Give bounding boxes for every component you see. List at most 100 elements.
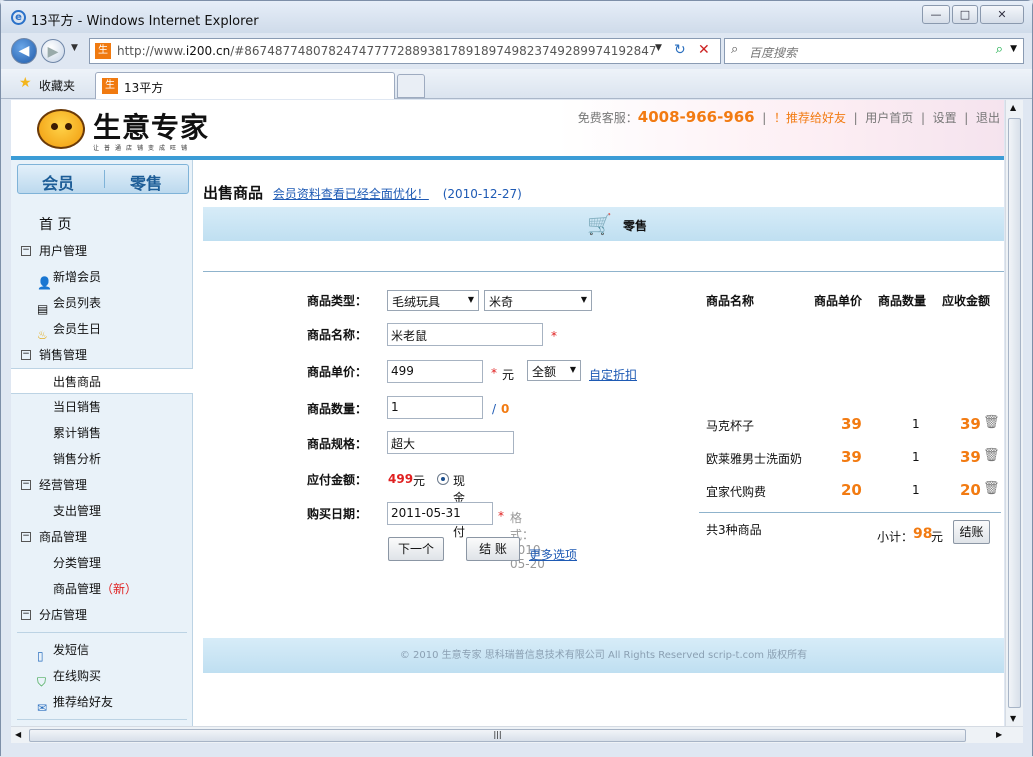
chevron-down-icon: ▼ [569, 365, 576, 374]
scroll-left-icon[interactable]: ◀ [15, 730, 21, 739]
date-input[interactable]: 2011-05-31 [387, 502, 493, 525]
price-input[interactable]: 499 [387, 360, 483, 383]
cart-item-amount: 39 [960, 448, 981, 466]
spec-input[interactable]: 超大 [387, 431, 514, 454]
sidebar-item-sms[interactable]: ▯ 发短信 [11, 637, 193, 663]
required-mark: * [491, 366, 497, 380]
subtotal-value: 98 [913, 526, 933, 542]
next-button[interactable]: 下一个 [388, 537, 444, 561]
section-bar: 🛒 零售 [203, 207, 1004, 241]
browser-tab[interactable]: 生 13平方 [95, 72, 395, 99]
hscroll-thumb[interactable]: ||| [29, 729, 966, 742]
separator: | [964, 111, 969, 125]
window-title: 13平方 - Windows Internet Explorer [31, 14, 259, 29]
cart-row: 宜家代购费 20 1 20 🗑 [706, 474, 1004, 506]
favorites-star-icon[interactable]: ★ [19, 75, 32, 91]
minimize-button[interactable]: — [922, 5, 950, 24]
trash-icon[interactable]: 🗑 [983, 448, 1000, 463]
cart-item-qty: 1 [912, 483, 920, 497]
title-bar: e 13平方 - Windows Internet Explorer — □ ✕ [1, 1, 1032, 33]
nav-bar: ◀ ▶ ▼ 生 http://www.i200.cn/#867487748078… [1, 33, 1032, 69]
site-footer: © 2010 生意专家 思科瑞普信息技术有限公司 All Rights Rese… [203, 638, 1004, 673]
sidebar-item-member-list[interactable]: ▤ 会员列表 [11, 290, 193, 316]
favorites-button[interactable]: 收藏夹 [39, 77, 75, 94]
forward-button[interactable]: ▶ [41, 39, 65, 63]
separator: | [853, 111, 858, 125]
trash-icon[interactable]: 🗑 [983, 481, 1000, 496]
trash-icon[interactable]: 🗑 [983, 415, 1000, 430]
tab-favicon-icon: 生 [102, 78, 118, 94]
back-button[interactable]: ◀ [11, 38, 37, 64]
logout-link[interactable]: 退出 [976, 111, 1000, 125]
vertical-scrollbar[interactable]: ▲ ▼ [1005, 100, 1023, 726]
col-price-header: 商品单价 [814, 294, 863, 308]
search-box[interactable]: ⌕ 百度搜索 ⌕ ▼ [724, 38, 1024, 64]
sidebar-item-today-sales[interactable]: 当日销售 [11, 394, 193, 420]
address-url[interactable]: http://www.i200.cn/#86748774807824747777… [117, 44, 657, 58]
qty-input[interactable]: 1 [387, 396, 483, 419]
sidebar-group-user[interactable]: − 用户管理 [11, 238, 193, 264]
cart-count: 共3种商品 [706, 523, 762, 537]
sidebar-item-birthday[interactable]: ♨ 会员生日 [11, 316, 193, 342]
notice-link[interactable]: 会员资料查看已经全面优化！ [273, 187, 429, 201]
address-dropdown-icon[interactable]: ▼ [655, 43, 662, 53]
qty-sep: / [492, 402, 497, 416]
checkout-button[interactable]: 结 账 [466, 537, 520, 561]
sidebar-item-buy[interactable]: ⛉ 在线购买 [11, 663, 193, 689]
close-button[interactable]: ✕ [980, 5, 1024, 24]
sidebar-item-goods[interactable]: 商品管理（新） [11, 576, 193, 602]
more-options-link[interactable]: 更多选项 [529, 546, 577, 563]
discount-select[interactable]: 全额 ▼ [527, 360, 581, 381]
name-label: 商品名称： [307, 328, 368, 342]
price-label: 商品单价： [307, 365, 368, 379]
settings-link[interactable]: 设置 [933, 111, 957, 125]
user-home-link[interactable]: 用户首页 [865, 111, 913, 125]
sidebar-item-category[interactable]: 分类管理 [11, 550, 193, 576]
sidebar-item-sell-goods[interactable]: 出售商品 [11, 368, 193, 394]
sidebar-group-sales[interactable]: − 销售管理 [11, 342, 193, 368]
sidebar-group-goods[interactable]: − 商品管理 [11, 524, 193, 550]
cart-item-amount: 20 [960, 481, 981, 499]
sidebar-item-add-member[interactable]: 👤 新增会员 [11, 264, 193, 290]
horizontal-scrollbar[interactable]: ◀ ||| ▶ [11, 726, 1023, 743]
name-input[interactable]: 米老鼠 [387, 323, 543, 346]
new-tab-button[interactable] [397, 74, 425, 98]
required-mark: * [551, 329, 557, 343]
history-dropdown-icon[interactable]: ▼ [71, 43, 78, 53]
chevron-down-icon: ▼ [580, 295, 587, 304]
type-select[interactable]: 毛绒玩具 ▼ [387, 290, 479, 311]
cart-divider [699, 512, 1001, 513]
refresh-icon[interactable]: ↻ [674, 42, 686, 58]
custom-discount-link[interactable]: 自定折扣 [589, 366, 637, 383]
sidebar-group-ops[interactable]: − 经营管理 [11, 472, 193, 498]
sidebar-group-branch[interactable]: − 分店管理 [11, 602, 193, 628]
subtype-select[interactable]: 米奇 ▼ [484, 290, 592, 311]
sidebar-item-total-sales[interactable]: 累计销售 [11, 420, 193, 446]
scroll-down-icon[interactable]: ▼ [1010, 714, 1016, 723]
tab-retail[interactable]: 零售 [130, 170, 162, 194]
cart-checkout-button[interactable]: 结账 [953, 520, 990, 544]
collapse-icon[interactable]: − [21, 350, 31, 360]
search-input[interactable]: 百度搜索 [749, 44, 797, 61]
collapse-icon[interactable]: − [21, 480, 31, 490]
page-heading: 出售商品 会员资料查看已经全面优化！ (2010-12-27) [203, 182, 522, 203]
sidebar-item-recommend[interactable]: ✉ 推荐给好友 [11, 689, 193, 715]
scroll-right-icon[interactable]: ▶ [996, 730, 1002, 739]
tab-member[interactable]: 会员 [42, 170, 74, 194]
recommend-link[interactable]: ！推荐给好友 [774, 111, 846, 125]
search-dropdown-icon[interactable]: ▼ [1010, 44, 1017, 54]
stop-icon[interactable]: ✕ [698, 42, 710, 58]
scroll-up-icon[interactable]: ▲ [1010, 103, 1016, 112]
maximize-button[interactable]: □ [952, 5, 978, 24]
collapse-icon[interactable]: − [21, 610, 31, 620]
cash-pay-radio[interactable] [437, 473, 449, 485]
sidebar-item-expense[interactable]: 支出管理 [11, 498, 193, 524]
collapse-icon[interactable]: − [21, 532, 31, 542]
search-icon[interactable]: ⌕ [996, 42, 1003, 57]
address-bar[interactable]: 生 http://www.i200.cn/#867487748078247477… [89, 38, 721, 64]
scroll-thumb[interactable] [1008, 118, 1021, 708]
separator: | [920, 111, 925, 125]
sidebar-item-home[interactable]: 首 页 [11, 212, 193, 238]
collapse-icon[interactable]: − [21, 246, 31, 256]
sidebar-item-sales-analysis[interactable]: 销售分析 [11, 446, 193, 472]
